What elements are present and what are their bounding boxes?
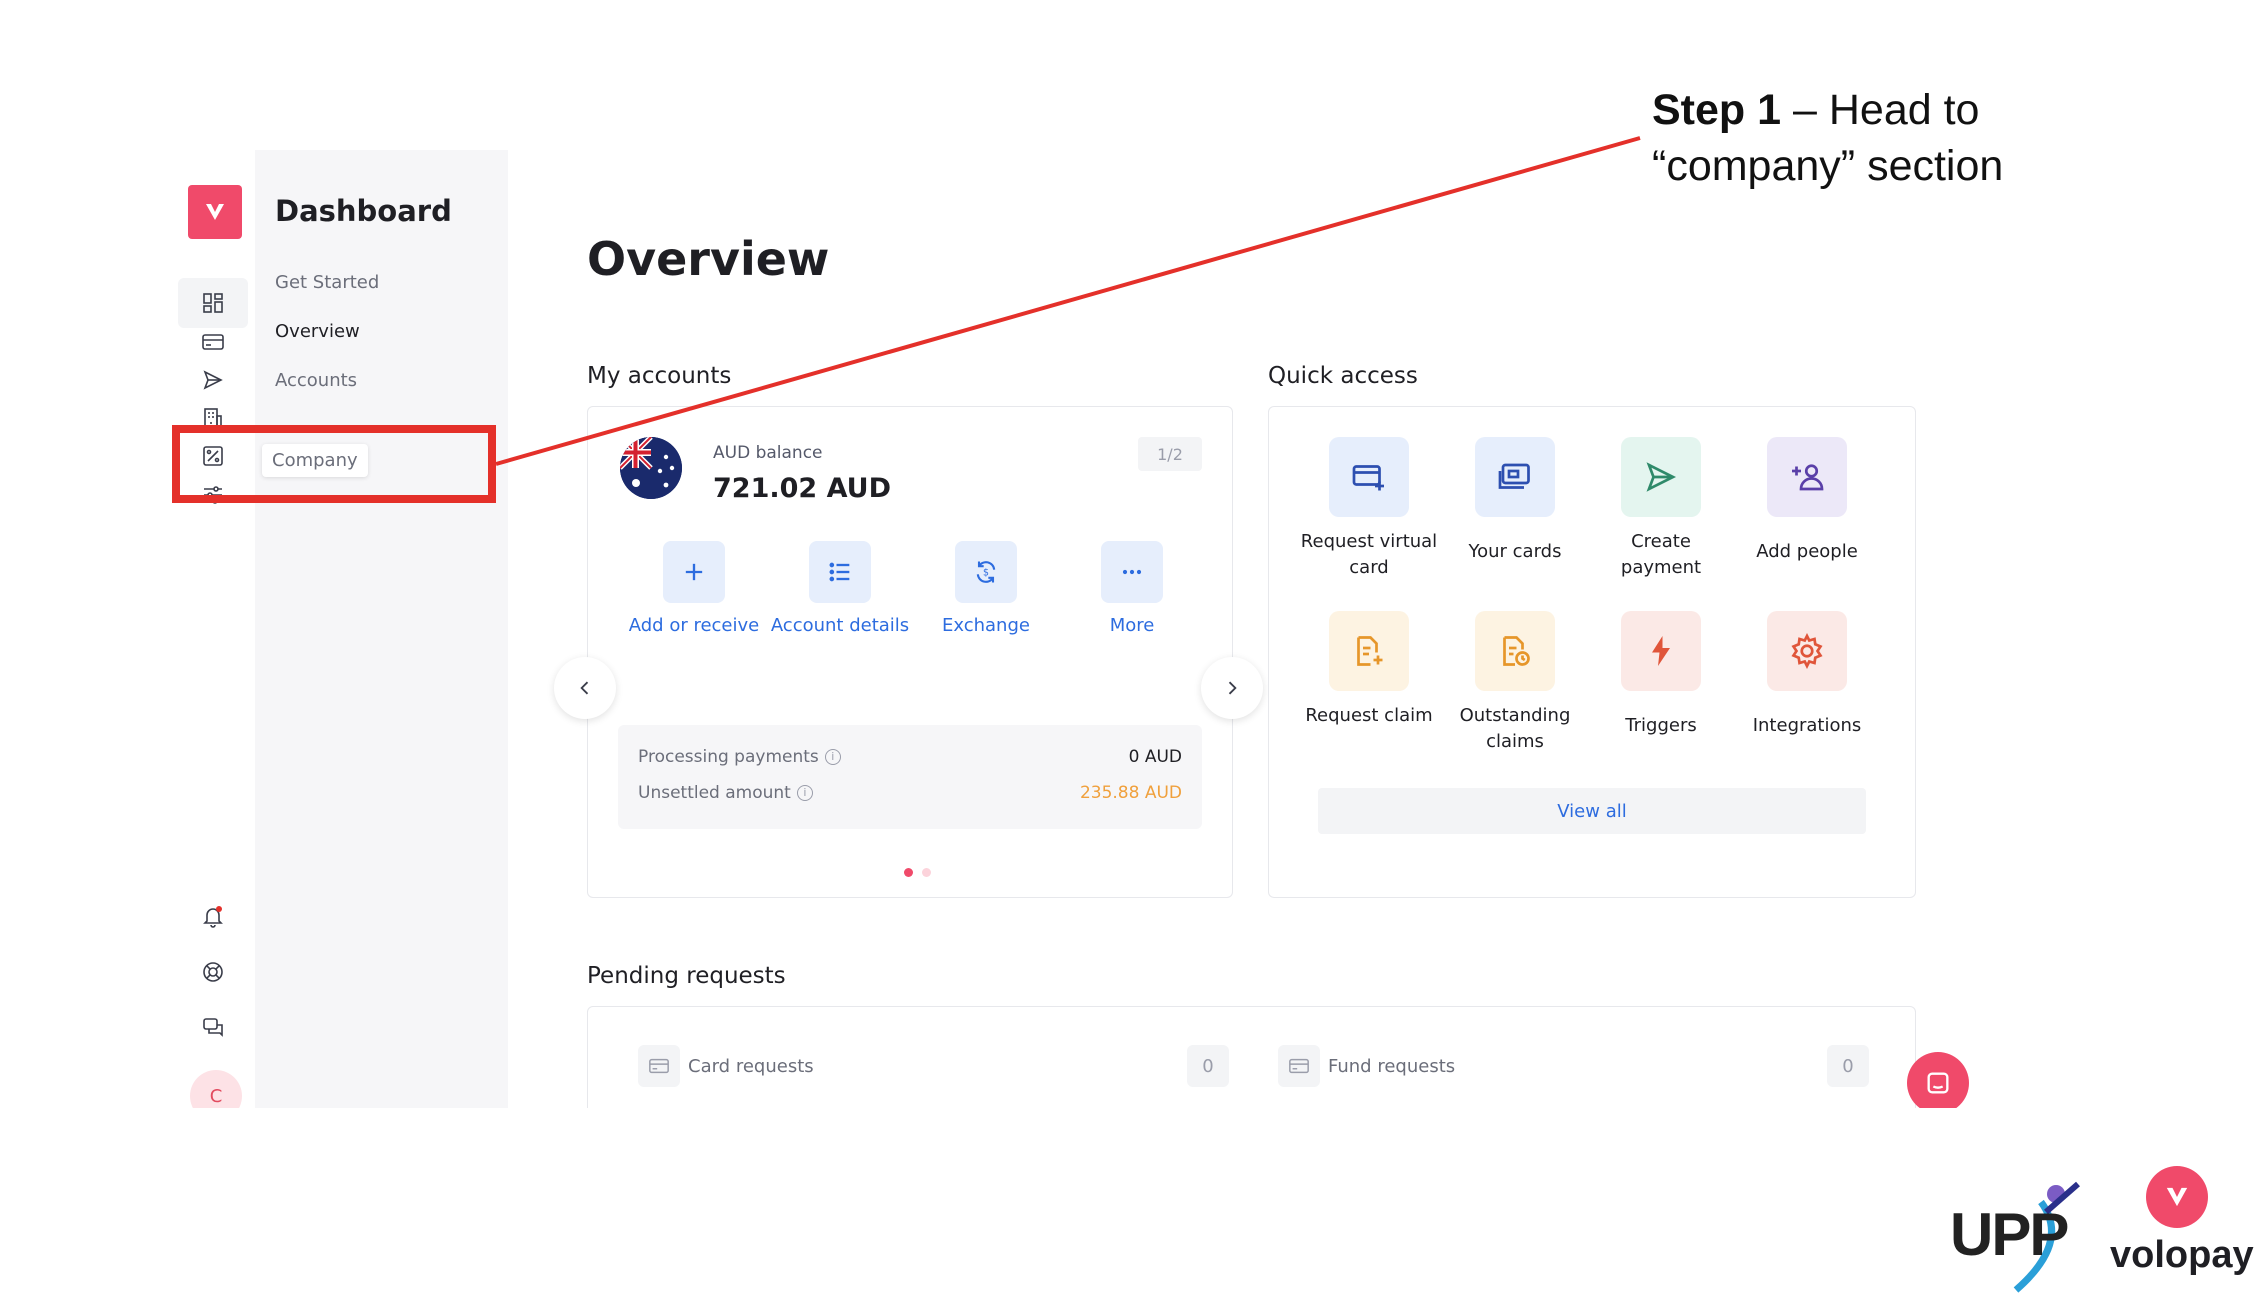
subnav-title: Dashboard	[275, 194, 452, 228]
card-requests-count: 0	[1187, 1045, 1229, 1087]
account-details-button[interactable]: Account details	[770, 541, 910, 639]
my-accounts-heading: My accounts	[587, 363, 732, 389]
unsettled-amount-row: Unsettled amount i 235.88 AUD	[638, 783, 1182, 803]
exchange-icon: $	[955, 541, 1017, 603]
chevron-right-icon	[1228, 681, 1237, 695]
your-cards-button[interactable]: Your cards	[1445, 437, 1585, 565]
balance-value: 721.02 AUD	[713, 473, 891, 504]
account-card: AUD balance 721.02 AUD 1/2 Add or receiv…	[587, 406, 1233, 898]
exchange-button[interactable]: $ Exchange	[916, 541, 1056, 639]
virtual-card-plus-icon	[1329, 437, 1409, 517]
gear-icon	[1767, 611, 1847, 691]
step-callout: Step 1 – Head to “company” section	[1652, 82, 2003, 194]
exchange-label: Exchange	[942, 615, 1030, 636]
icon-rail: C	[170, 150, 255, 1108]
request-virtual-card-button[interactable]: Request virtual card	[1299, 437, 1439, 581]
request-virtual-card-label: Request virtual card	[1300, 531, 1438, 578]
volopay-brand-text: volopay	[2110, 1234, 2254, 1276]
add-people-button[interactable]: Add people	[1737, 437, 1877, 565]
card-icon	[1278, 1045, 1320, 1087]
step-text: – Head to	[1781, 86, 1980, 134]
processing-payments-row: Processing payments i 0 AUD	[638, 747, 1182, 767]
card-requests-item[interactable]: Card requests	[638, 1045, 814, 1087]
add-people-label: Add people	[1756, 541, 1858, 562]
unsettled-amount-label: Unsettled amount	[638, 783, 791, 803]
more-dots-icon	[1101, 541, 1163, 603]
dashboard-subnav: Dashboard Get Started Overview Accounts …	[255, 150, 508, 1108]
subnav-item-get-started[interactable]: Get Started	[275, 272, 379, 293]
add-user-icon	[1767, 437, 1847, 517]
card-requests-label: Card requests	[688, 1055, 814, 1077]
create-payment-label: Create payment	[1620, 531, 1702, 578]
fund-requests-label: Fund requests	[1328, 1055, 1456, 1077]
claim-document-plus-icon	[1329, 611, 1409, 691]
triggers-button[interactable]: Triggers	[1591, 611, 1731, 739]
carousel-dots	[902, 862, 933, 881]
account-details-label: Account details	[770, 615, 910, 636]
pending-requests-card: Card requests 0 Fund requests 0	[587, 1006, 1916, 1108]
volopay-logo-icon[interactable]	[188, 185, 242, 239]
quick-access-heading: Quick access	[1268, 363, 1418, 389]
fund-requests-count: 0	[1827, 1045, 1869, 1087]
info-icon[interactable]: i	[796, 785, 813, 801]
chat-messages-icon[interactable]	[178, 1002, 248, 1052]
outstanding-claims-button[interactable]: Outstanding claims	[1445, 611, 1585, 755]
unsettled-amount-value: 235.88 AUD	[1079, 783, 1182, 803]
processing-payments-label: Processing payments	[638, 747, 819, 767]
account-pager: 1/2	[1138, 437, 1202, 471]
send-payment-icon	[1621, 437, 1701, 517]
integrations-label: Integrations	[1752, 715, 1862, 736]
info-icon[interactable]: i	[824, 749, 841, 765]
lightning-bolt-icon	[1621, 611, 1701, 691]
page-title: Overview	[587, 232, 830, 286]
cards-stack-icon	[1475, 437, 1555, 517]
step-number: Step 1	[1652, 86, 1782, 134]
subnav-item-overview[interactable]: Overview	[275, 321, 360, 342]
integrations-button[interactable]: Integrations	[1737, 611, 1877, 739]
claim-document-clock-icon	[1475, 611, 1555, 691]
carousel-next-button[interactable]	[1201, 657, 1263, 719]
chat-bubble-icon	[1927, 1072, 1949, 1094]
card-icon	[638, 1045, 680, 1087]
carousel-prev-button[interactable]	[554, 657, 616, 719]
chevron-left-icon	[580, 681, 589, 695]
more-label: More	[1109, 615, 1155, 636]
fund-requests-item[interactable]: Fund requests	[1278, 1045, 1455, 1087]
upp-brand-text: UPP	[1950, 1201, 2069, 1268]
pending-requests-heading: Pending requests	[587, 963, 786, 989]
plus-icon	[663, 541, 725, 603]
outstanding-claims-label: Outstanding claims	[1459, 705, 1571, 752]
create-payment-button[interactable]: Create payment	[1591, 437, 1731, 581]
processing-payments-value: 0 AUD	[1128, 747, 1182, 767]
australia-flag-icon	[620, 437, 682, 499]
main-content: Overview My accounts Quick access AUD ba…	[508, 150, 1985, 1108]
triggers-label: Triggers	[1625, 715, 1697, 736]
quick-access-card: Request virtual card Your cards Create p…	[1268, 406, 1916, 898]
request-claim-button[interactable]: Request claim	[1299, 611, 1439, 729]
list-icon	[809, 541, 871, 603]
add-or-receive-button[interactable]: Add or receive	[624, 541, 764, 639]
notifications-bell-icon[interactable]	[178, 891, 248, 941]
carousel-dot-active[interactable]	[904, 868, 913, 877]
add-or-receive-label: Add or receive	[628, 615, 760, 636]
processing-summary: Processing payments i 0 AUD Unsettled amo…	[618, 725, 1202, 829]
subnav-item-accounts[interactable]: Accounts	[275, 370, 357, 391]
user-avatar[interactable]: C	[190, 1070, 242, 1108]
volopay-brand-logo-icon	[2146, 1166, 2208, 1228]
svg-text:$: $	[983, 568, 989, 579]
carousel-dot[interactable]	[922, 868, 932, 877]
help-lifebuoy-icon[interactable]	[178, 947, 248, 997]
support-chat-button[interactable]	[1907, 1052, 1969, 1108]
view-all-button[interactable]: View all	[1318, 788, 1866, 834]
app-window: C Dashboard Get Started Overview Account…	[170, 150, 1985, 1108]
your-cards-label: Your cards	[1468, 541, 1562, 562]
request-claim-label: Request claim	[1305, 705, 1433, 726]
more-button[interactable]: More	[1062, 541, 1202, 639]
balance-label: AUD balance	[713, 443, 823, 463]
step-text-line2: “company” section	[1652, 142, 2004, 190]
company-highlight-box	[172, 425, 496, 503]
